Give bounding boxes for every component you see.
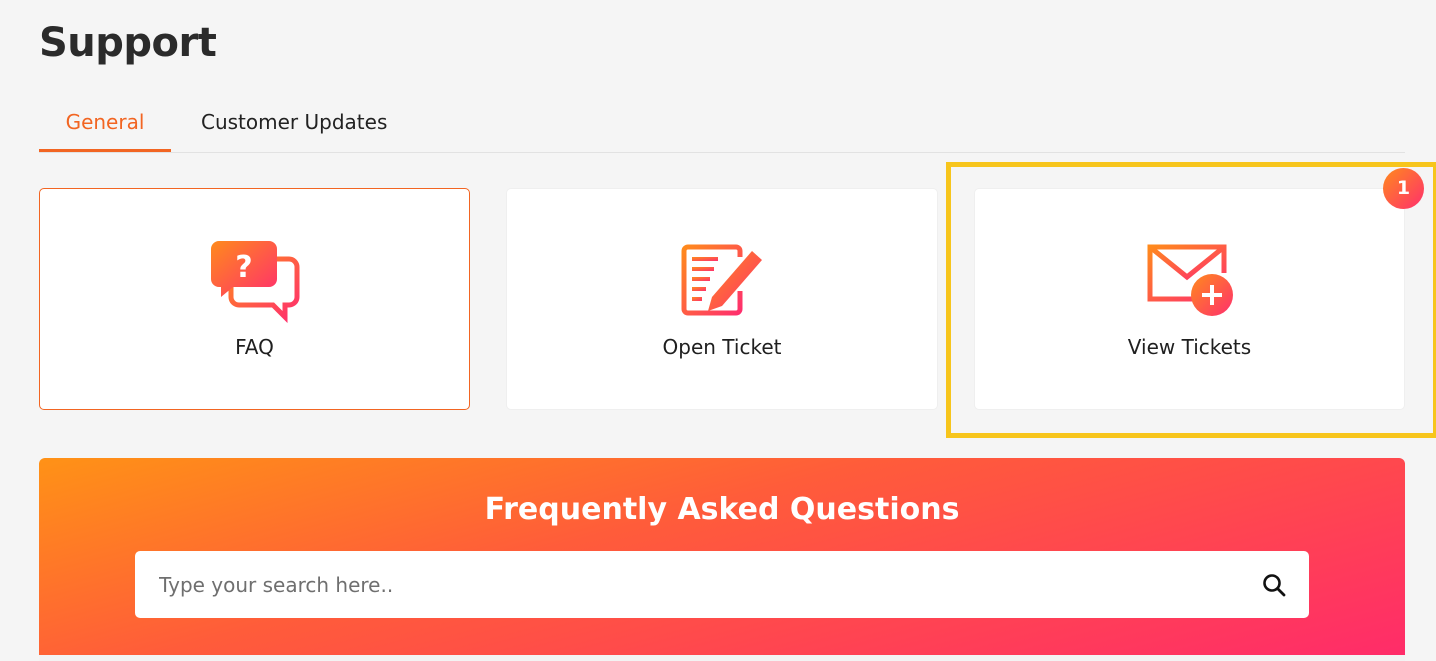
tab-customer-updates[interactable]: Customer Updates — [201, 100, 387, 152]
page-title: Support — [39, 20, 217, 66]
tab-general[interactable]: General — [39, 100, 171, 152]
banner-bottom-edge — [39, 655, 1405, 661]
faq-search-input[interactable] — [135, 551, 1235, 618]
faq-search-banner: Frequently Asked Questions — [39, 458, 1405, 661]
annotation-number-badge: 1 — [1383, 168, 1424, 209]
faq-search-box — [135, 551, 1309, 618]
tab-bar: General Customer Updates — [39, 100, 1405, 153]
view-tickets-card[interactable]: View Tickets — [974, 188, 1405, 410]
view-tickets-card-label: View Tickets — [1127, 335, 1252, 359]
support-page: Support General Customer Updates ? FAQ O… — [0, 0, 1436, 661]
faq-heading: Frequently Asked Questions — [484, 492, 960, 527]
open-ticket-card-label: Open Ticket — [662, 335, 782, 359]
open-ticket-card[interactable]: Open Ticket — [506, 188, 938, 410]
faq-card[interactable]: ? FAQ — [39, 188, 470, 410]
search-icon[interactable] — [1261, 572, 1287, 598]
edit-form-icon — [681, 244, 762, 316]
faq-card-label: FAQ — [235, 335, 274, 359]
faq-chat-icon: ? — [210, 241, 299, 323]
svg-text:?: ? — [235, 250, 252, 285]
mail-plus-icon — [1147, 244, 1233, 316]
